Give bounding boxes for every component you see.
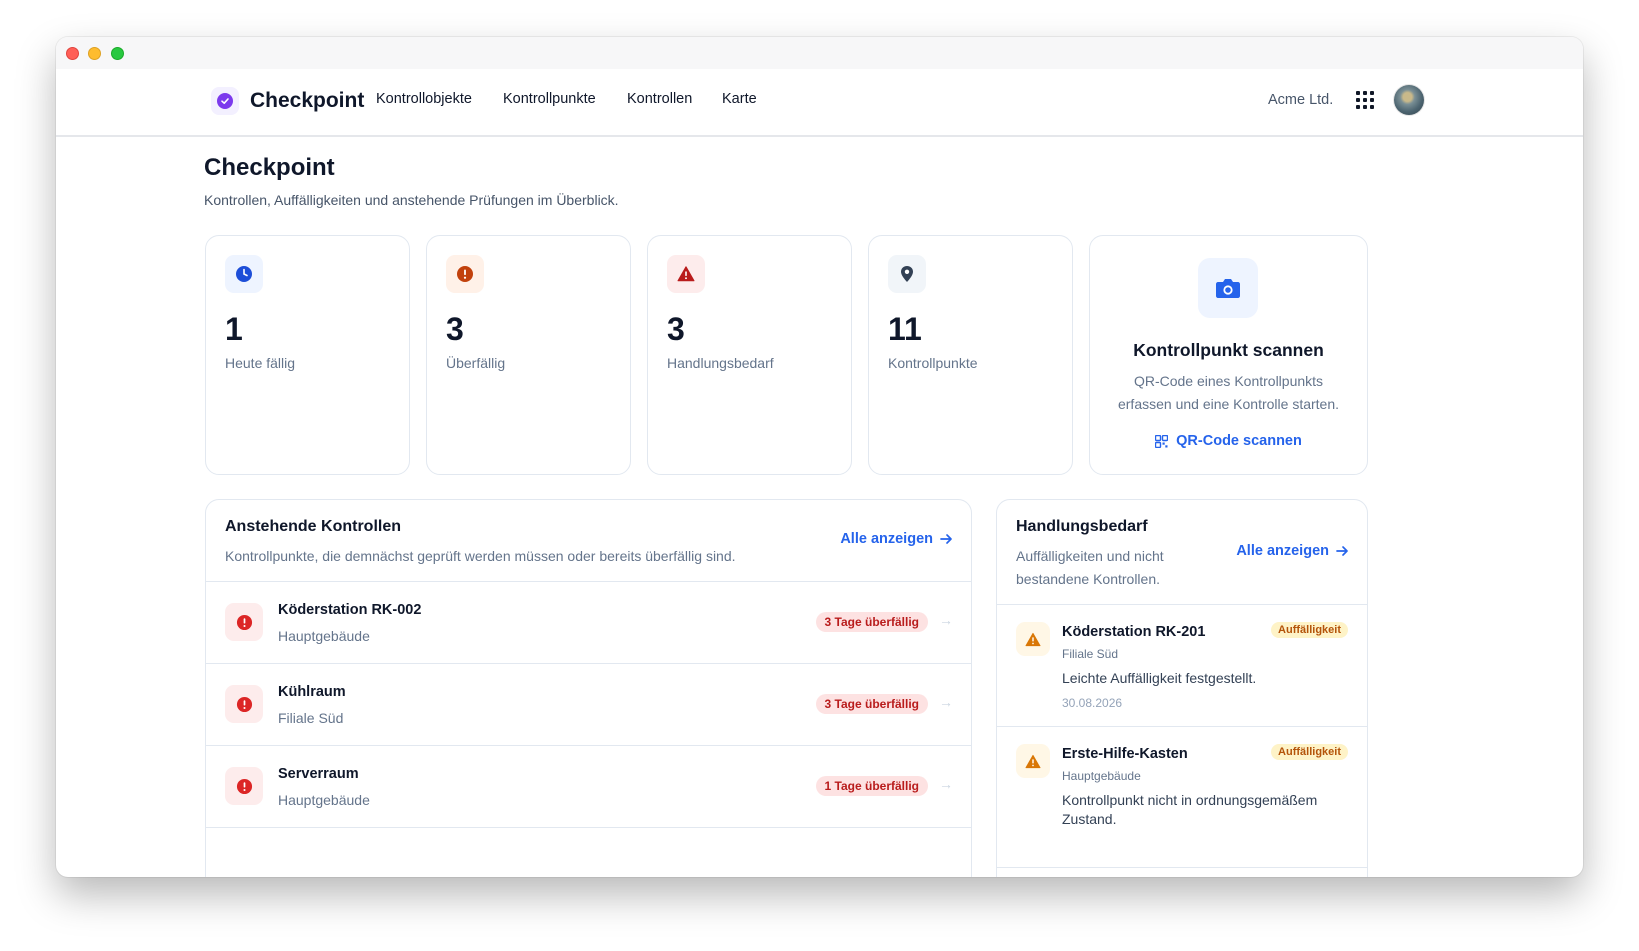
qr-scan-label: QR-Code scannen (1176, 433, 1302, 449)
panel-description: Kontrollpunkte, die demnächst geprüft we… (225, 548, 736, 564)
warning-triangle-icon (667, 255, 705, 293)
app-grid-icon[interactable] (1356, 91, 1374, 109)
stat-label: Überfällig (446, 355, 506, 371)
stat-label: Handlungsbedarf (667, 355, 774, 371)
stat-card-kontrollpunkte[interactable]: 11 Kontrollpunkte (868, 235, 1073, 475)
item-name: Köderstation RK-002 (278, 602, 422, 618)
scan-title: Kontrollpunkt scannen (1133, 340, 1324, 360)
stat-value: 3 (446, 311, 464, 347)
item-text: Kontrollpunkt nicht in ordnungsgemäßem Z… (1062, 792, 1318, 827)
clock-icon (225, 255, 263, 293)
close-window-button[interactable] (66, 47, 79, 60)
stat-card-ueberfaellig[interactable]: 3 Überfällig (426, 235, 631, 475)
stat-label: Heute fällig (225, 355, 296, 371)
brand[interactable]: Checkpoint (211, 87, 364, 115)
alert-circle-icon (225, 685, 263, 723)
organization-name[interactable]: Acme Ltd. (1268, 92, 1333, 108)
panel-title: Handlungsbedarf (1016, 518, 1148, 535)
arrow-right-icon: → (939, 776, 953, 792)
action-needed-panel: Handlungsbedarf Auffälligkeiten und nich… (996, 499, 1368, 877)
stat-card-heute-faellig[interactable]: 1 Heute fällig (205, 235, 410, 475)
item-name: Köderstation RK-201 (1062, 624, 1206, 640)
nav-link-kontrollpunkte[interactable]: Kontrollpunkte (503, 91, 596, 107)
stat-label: Kontrollpunkte (888, 355, 978, 371)
list-item[interactable]: Kühlraum Filiale Süd 3 Tage überfällig → (206, 664, 971, 746)
alert-circle-icon (225, 603, 263, 641)
panel-description: Auffälligkeiten und nicht bestandene Kon… (1016, 548, 1164, 587)
item-location: Hauptgebäude (278, 628, 370, 644)
top-navigation: Checkpoint Kontrollobjekte Kontrollpunkt… (56, 69, 1583, 137)
item-text: Leichte Auffälligkeit festgestellt. (1062, 670, 1257, 686)
arrow-right-icon: → (939, 694, 953, 710)
brand-logo-icon (211, 87, 239, 115)
status-badge: 3 Tage überfällig (815, 694, 928, 714)
avatar[interactable] (1394, 85, 1424, 115)
list-item[interactable]: Serverraum Hauptgebäude 1 Tage überfälli… (206, 746, 971, 828)
qr-scan-link[interactable]: QR-Code scannen (1090, 433, 1367, 449)
warning-triangle-icon (1016, 744, 1050, 778)
item-location: Filiale Süd (278, 710, 344, 726)
list-item[interactable]: Köderstation RK-002 Hauptgebäude 3 Tage … (206, 582, 971, 664)
status-badge: 3 Tage überfällig (815, 612, 928, 632)
scan-description: QR-Code eines Kontrollpunkts erfassen un… (1117, 373, 1340, 412)
status-badge: 1 Tage überfällig (815, 776, 928, 796)
page-subtitle: Kontrollen, Auffälligkeiten und anstehen… (204, 192, 619, 208)
nav-link-kontrollobjekte[interactable]: Kontrollobjekte (376, 91, 472, 107)
stat-value: 3 (667, 311, 685, 347)
arrow-right-icon (940, 533, 953, 545)
qr-code-icon (1155, 434, 1169, 448)
nav-link-kontrollen[interactable]: Kontrollen (627, 91, 692, 107)
item-date: 30.08.2026 (1062, 696, 1123, 710)
arrow-right-icon (1336, 545, 1349, 557)
stat-value: 1 (225, 311, 243, 347)
item-location: Filiale Süd (1062, 647, 1119, 661)
warning-triangle-icon (1016, 622, 1050, 656)
panel-title: Anstehende Kontrollen (225, 518, 402, 535)
app-window: Checkpoint Kontrollobjekte Kontrollpunkt… (56, 37, 1583, 877)
title-bar (56, 37, 1583, 69)
list-item[interactable]: Erste-Hilfe-Kasten Auffälligkeit Hauptge… (997, 727, 1367, 868)
maximize-window-button[interactable] (111, 47, 124, 60)
list-item[interactable]: Köderstation RK-201 Auffälligkeit Filial… (997, 605, 1367, 727)
panel-header: Handlungsbedarf Auffälligkeiten und nich… (997, 500, 1367, 605)
show-all-link[interactable]: Alle anzeigen (1236, 543, 1349, 559)
brand-name: Checkpoint (250, 89, 365, 112)
status-badge: Auffälligkeit (1271, 622, 1348, 638)
map-pin-icon (888, 255, 926, 293)
show-all-label: Alle anzeigen (1236, 543, 1329, 559)
camera-icon (1198, 258, 1258, 318)
page-title: Checkpoint (204, 154, 335, 181)
upcoming-controls-panel: Anstehende Kontrollen Kontrollpunkte, di… (205, 499, 972, 877)
item-name: Kühlraum (278, 684, 346, 700)
stat-card-handlungsbedarf[interactable]: 3 Handlungsbedarf (647, 235, 852, 475)
stat-value: 11 (888, 311, 922, 347)
scan-card: Kontrollpunkt scannen QR-Code eines Kont… (1089, 235, 1368, 475)
nav-link-karte[interactable]: Karte (722, 91, 757, 107)
panel-header: Anstehende Kontrollen Kontrollpunkte, di… (206, 500, 971, 582)
item-name: Serverraum (278, 766, 359, 782)
alert-circle-icon (446, 255, 484, 293)
alert-circle-icon (225, 767, 263, 805)
item-name: Erste-Hilfe-Kasten (1062, 746, 1188, 762)
show-all-label: Alle anzeigen (840, 531, 933, 547)
item-location: Hauptgebäude (1062, 769, 1141, 783)
show-all-link[interactable]: Alle anzeigen (840, 531, 953, 547)
minimize-window-button[interactable] (88, 47, 101, 60)
arrow-right-icon: → (939, 612, 953, 628)
status-badge: Auffälligkeit (1271, 744, 1348, 760)
item-location: Hauptgebäude (278, 792, 370, 808)
